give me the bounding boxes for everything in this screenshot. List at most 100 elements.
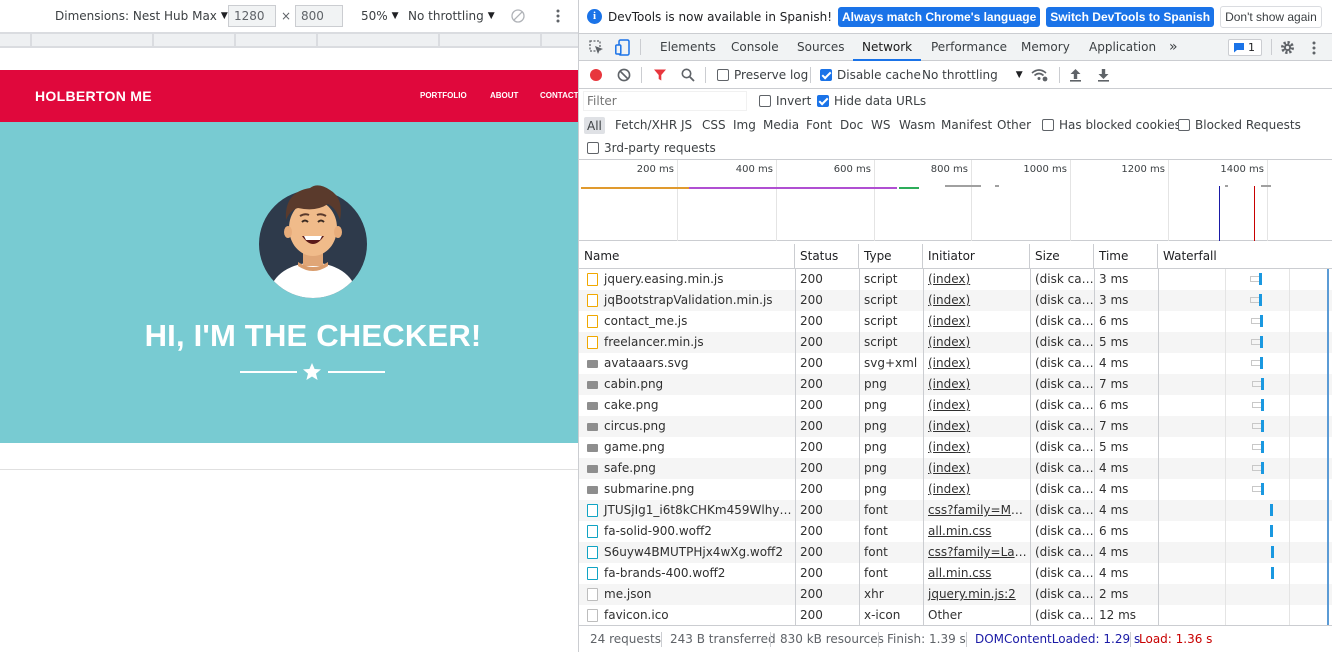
hide-data-urls-checkbox[interactable]: Hide data URLs bbox=[817, 94, 926, 108]
cell-initiator[interactable]: jquery.min.js:2 bbox=[923, 584, 1030, 605]
type-filter-media[interactable]: Media bbox=[763, 118, 799, 132]
cell-initiator[interactable]: (index) bbox=[923, 311, 1030, 332]
table-row[interactable]: fa-brands-400.woff2 200 font all.min.css (di… bbox=[579, 563, 1332, 584]
column-initiator[interactable]: Initiator bbox=[923, 244, 1030, 269]
type-filter-manifest[interactable]: Manifest bbox=[941, 118, 992, 132]
device-select[interactable]: Dimensions: Nest Hub Max ▼ bbox=[55, 9, 228, 23]
type-filter-js[interactable]: JS bbox=[681, 118, 692, 132]
cell-initiator[interactable]: css?family=Lato:... bbox=[923, 542, 1030, 563]
devtools-menu-icon[interactable] bbox=[1312, 40, 1316, 56]
column-type[interactable]: Type bbox=[859, 244, 923, 269]
cell-name[interactable]: avataaars.svg bbox=[599, 353, 795, 374]
cell-name[interactable]: jquery.easing.min.js bbox=[599, 269, 795, 290]
tab-network[interactable]: Network bbox=[853, 34, 922, 61]
inspect-element-icon[interactable] bbox=[589, 40, 604, 55]
dont-show-again-button[interactable]: Don't show again bbox=[1220, 5, 1322, 28]
table-row[interactable]: freelancer.min.js 200 script (index) (disk c… bbox=[579, 332, 1332, 353]
third-party-requests-checkbox[interactable]: 3rd-party requests bbox=[587, 141, 716, 155]
zoom-select[interactable]: 50% ▼ bbox=[361, 9, 399, 23]
table-row[interactable]: cabin.png 200 png (index) (disk cac... 7 ms bbox=[579, 374, 1332, 395]
table-row[interactable]: JTUSjIg1_i6t8kCHKm459Wlhyw.w... 200 font cs… bbox=[579, 500, 1332, 521]
network-overview-timeline[interactable]: 200 ms 400 ms 600 ms 800 ms 1000 ms 1200 ms 14… bbox=[579, 160, 1332, 241]
has-blocked-cookies-checkbox[interactable]: Has blocked cookies bbox=[1042, 118, 1181, 132]
type-filter-wasm[interactable]: Wasm bbox=[899, 118, 935, 132]
cell-name[interactable]: fa-brands-400.woff2 bbox=[599, 563, 795, 584]
clear-icon[interactable] bbox=[617, 68, 631, 82]
table-row[interactable]: fa-solid-900.woff2 200 font all.min.css (dis… bbox=[579, 521, 1332, 542]
nav-link-about[interactable]: ABOUT bbox=[490, 91, 518, 100]
cell-initiator[interactable]: (index) bbox=[923, 395, 1030, 416]
nav-link-contact[interactable]: CONTACT bbox=[540, 91, 578, 100]
table-row[interactable]: jqBootstrapValidation.min.js 200 script (in… bbox=[579, 290, 1332, 311]
table-row[interactable]: S6uyw4BMUTPHjx4wXg.woff2 200 font css?famil… bbox=[579, 542, 1332, 563]
tab-console[interactable]: Console bbox=[731, 34, 779, 61]
width-input[interactable] bbox=[228, 5, 276, 27]
cell-initiator[interactable]: (index) bbox=[923, 290, 1030, 311]
tab-performance[interactable]: Performance bbox=[931, 34, 1007, 61]
cell-name[interactable]: cake.png bbox=[599, 395, 795, 416]
tab-elements[interactable]: Elements bbox=[660, 34, 716, 61]
cell-name[interactable]: submarine.png bbox=[599, 479, 795, 500]
checkbox-box[interactable] bbox=[717, 69, 729, 81]
table-row[interactable]: avataaars.svg 200 svg+xml (index) (disk cac.… bbox=[579, 353, 1332, 374]
column-waterfall[interactable]: Waterfall bbox=[1158, 244, 1332, 269]
type-filter-doc[interactable]: Doc bbox=[840, 118, 863, 132]
nav-link-portfolio[interactable]: PORTFOLIO bbox=[420, 91, 467, 100]
cell-name[interactable]: game.png bbox=[599, 437, 795, 458]
type-filter-img[interactable]: Img bbox=[733, 118, 756, 132]
checkbox-box[interactable] bbox=[587, 142, 599, 154]
height-input[interactable] bbox=[295, 5, 343, 27]
tab-memory[interactable]: Memory bbox=[1021, 34, 1070, 61]
table-row[interactable]: favicon.ico 200 x-icon Other (disk cac... 12 … bbox=[579, 605, 1332, 625]
cell-name[interactable]: contact_me.js bbox=[599, 311, 795, 332]
table-row[interactable]: safe.png 200 png (index) (disk cac... 4 ms bbox=[579, 458, 1332, 479]
type-filter-fetch-xhr[interactable]: Fetch/XHR bbox=[615, 118, 677, 132]
table-row[interactable]: cake.png 200 png (index) (disk cac... 6 ms bbox=[579, 395, 1332, 416]
cell-initiator[interactable]: (index) bbox=[923, 269, 1030, 290]
cell-initiator[interactable]: (index) bbox=[923, 332, 1030, 353]
search-icon[interactable] bbox=[681, 68, 695, 82]
invert-checkbox[interactable]: Invert bbox=[759, 94, 811, 108]
disable-cache-checkbox[interactable]: Disable cache bbox=[820, 68, 921, 82]
checkbox-box[interactable] bbox=[820, 69, 832, 81]
cell-initiator[interactable]: css?family=Mon... bbox=[923, 500, 1030, 521]
checkbox-box[interactable] bbox=[759, 95, 771, 107]
cell-name[interactable]: JTUSjIg1_i6t8kCHKm459Wlhyw.w... bbox=[599, 500, 795, 521]
type-filter-font[interactable]: Font bbox=[806, 118, 832, 132]
site-brand[interactable]: HOLBERTON ME bbox=[35, 88, 152, 104]
type-filter-all[interactable]: All bbox=[584, 117, 605, 134]
cell-initiator[interactable]: (index) bbox=[923, 353, 1030, 374]
device-throttling-select[interactable]: No throttling ▼ bbox=[408, 9, 495, 23]
cell-name[interactable]: S6uyw4BMUTPHjx4wXg.woff2 bbox=[599, 542, 795, 563]
more-options-icon[interactable] bbox=[556, 8, 560, 24]
cell-initiator[interactable]: (index) bbox=[923, 458, 1030, 479]
type-filter-css[interactable]: CSS bbox=[702, 118, 726, 132]
cell-initiator[interactable]: all.min.css bbox=[923, 521, 1030, 542]
cell-initiator[interactable]: (index) bbox=[923, 479, 1030, 500]
column-time[interactable]: Time bbox=[1094, 244, 1158, 269]
preserve-log-checkbox[interactable]: Preserve log bbox=[717, 68, 808, 82]
device-toggle-icon[interactable] bbox=[615, 39, 630, 56]
cell-name[interactable]: favicon.ico bbox=[599, 605, 795, 625]
export-har-icon[interactable] bbox=[1097, 68, 1110, 82]
rotate-disabled-icon[interactable] bbox=[511, 9, 525, 23]
column-size[interactable]: Size bbox=[1030, 244, 1094, 269]
type-filter-ws[interactable]: WS bbox=[871, 118, 890, 132]
filter-funnel-icon[interactable] bbox=[653, 68, 667, 82]
cell-name[interactable]: fa-solid-900.woff2 bbox=[599, 521, 795, 542]
always-match-language-button[interactable]: Always match Chrome's language bbox=[838, 6, 1041, 27]
tab-application[interactable]: Application bbox=[1089, 34, 1156, 61]
column-name[interactable]: Name bbox=[579, 244, 795, 269]
table-row[interactable]: jquery.easing.min.js 200 script (index) (dis… bbox=[579, 269, 1332, 290]
cell-name[interactable]: cabin.png bbox=[599, 374, 795, 395]
cell-name[interactable]: circus.png bbox=[599, 416, 795, 437]
table-row[interactable]: game.png 200 png (index) (disk cac... 5 ms bbox=[579, 437, 1332, 458]
filter-input[interactable] bbox=[583, 91, 747, 111]
checkbox-box[interactable] bbox=[1042, 119, 1054, 131]
checkbox-box[interactable] bbox=[817, 95, 829, 107]
more-tabs-icon[interactable]: » bbox=[1169, 34, 1178, 61]
network-throttling-select[interactable]: No throttling ▼ bbox=[922, 68, 1023, 82]
import-har-icon[interactable] bbox=[1069, 68, 1082, 82]
switch-to-spanish-button[interactable]: Switch DevTools to Spanish bbox=[1046, 6, 1215, 27]
cell-initiator[interactable]: (index) bbox=[923, 374, 1030, 395]
